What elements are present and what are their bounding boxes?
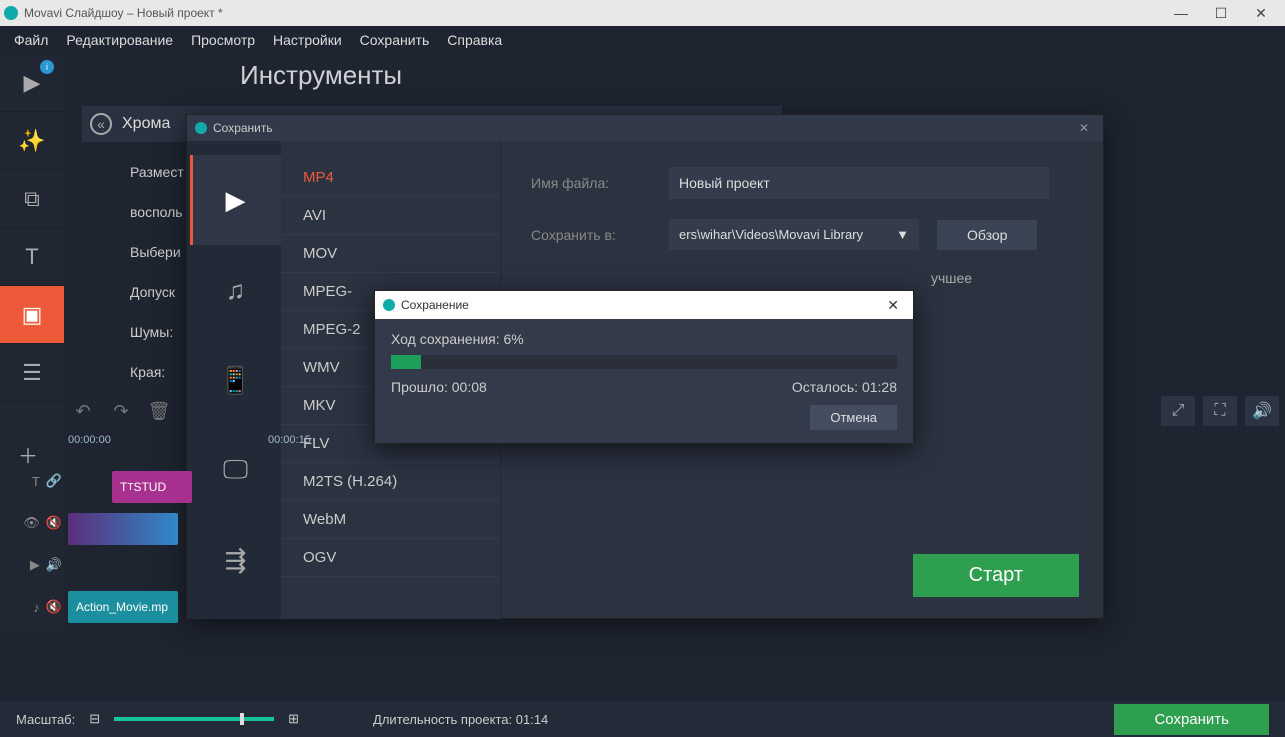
video-track-icon: ▶	[30, 557, 40, 573]
saveto-select[interactable]: ers\wihar\Videos\Movavi Library ▼	[669, 219, 919, 250]
opt-line: восполь	[130, 194, 184, 230]
dialog-logo-icon	[195, 122, 207, 134]
category-video[interactable]: ▶	[190, 155, 281, 245]
window-titlebar: Movavi Слайдшоу – Новый проект * — ☐ ✕	[0, 0, 1285, 26]
duration-label: Длительность проекта: 01:14	[373, 712, 548, 727]
delete-button[interactable]: 🗑	[144, 396, 174, 426]
zoom-in-icon[interactable]: ⊞	[288, 711, 299, 727]
undo-button[interactable]: ↶	[68, 396, 98, 426]
progress-logo-icon	[383, 299, 395, 311]
menu-save[interactable]: Сохранить	[360, 32, 430, 48]
zoom-handle[interactable]	[240, 713, 244, 725]
progress-status: Ход сохранения: 6%	[391, 331, 897, 347]
menu-view[interactable]: Просмотр	[191, 32, 255, 48]
mute2-icon[interactable]: 🔇	[46, 599, 62, 615]
track-icon-column: T 🔗 👁 🔇 ▶ 🔊 ♪ 🔇	[0, 460, 68, 628]
ruler-tick: 00:00:00	[68, 434, 268, 452]
format-mp4[interactable]: MP4	[281, 159, 500, 197]
panel-heading: Инструменты	[240, 60, 402, 91]
minimize-button[interactable]: —	[1161, 5, 1201, 21]
title-track-icon: T	[32, 474, 40, 489]
audio-clip[interactable]: Action_Movie.mp	[68, 591, 178, 623]
tool-filters[interactable]: ✨	[0, 112, 64, 170]
progress-dialog: Сохранение ✕ Ход сохранения: 6% Прошло: …	[374, 290, 914, 444]
chroma-options: Размест восполь Выбери Допуск Шумы: Края…	[130, 154, 184, 394]
remaining-text: Осталось: 01:28	[792, 379, 897, 395]
video-clip[interactable]	[68, 513, 178, 545]
menu-bar: Файл Редактирование Просмотр Настройки С…	[0, 26, 1285, 54]
save-dialog-close[interactable]: ✕	[1073, 121, 1095, 135]
progress-close[interactable]: ✕	[881, 297, 905, 314]
filename-label: Имя файла:	[531, 175, 651, 191]
menu-help[interactable]: Справка	[447, 32, 502, 48]
saveto-label: Сохранить в:	[531, 227, 651, 243]
sound-icon[interactable]: 🔊	[46, 557, 62, 573]
opt-line: Допуск	[130, 274, 184, 310]
format-mov[interactable]: MOV	[281, 235, 500, 273]
app-logo-icon	[4, 6, 18, 20]
save-dialog-title: Сохранить	[213, 121, 273, 135]
elapsed-text: Прошло: 00:08	[391, 379, 487, 395]
footer-save-button[interactable]: Сохранить	[1114, 704, 1269, 735]
browse-button[interactable]: Обзор	[937, 220, 1037, 250]
eye-icon[interactable]: 👁	[23, 515, 40, 531]
opt-line: Размест	[130, 154, 184, 190]
notification-badge-icon: i	[40, 60, 54, 74]
save-dialog-titlebar: Сохранить ✕	[187, 115, 1103, 141]
opt-line: Выбери	[130, 234, 184, 270]
format-avi[interactable]: AVI	[281, 197, 500, 235]
progress-bar	[391, 355, 897, 369]
tool-titles[interactable]: T	[0, 228, 64, 286]
saveto-value: ers\wihar\Videos\Movavi Library	[679, 227, 863, 242]
tool-transitions[interactable]: ⧉	[0, 170, 64, 228]
menu-edit[interactable]: Редактирование	[66, 32, 173, 48]
category-audio[interactable]: ♫	[190, 245, 281, 335]
menu-file[interactable]: Файл	[14, 32, 48, 48]
opt-line: Края:	[130, 354, 184, 390]
filename-input[interactable]	[669, 167, 1049, 199]
cancel-button[interactable]: Отмена	[810, 405, 897, 430]
zoom-out-icon[interactable]: ⊟	[89, 711, 100, 727]
chevron-down-icon: ▼	[896, 227, 909, 242]
close-button[interactable]: ✕	[1241, 5, 1281, 22]
title-clip[interactable]: TT STUD	[112, 471, 192, 503]
status-bar: Масштаб: ⊟ ⊞ Длительность проекта: 01:14…	[0, 701, 1285, 737]
progress-titlebar: Сохранение ✕	[375, 291, 913, 319]
redo-button[interactable]: ↷	[106, 396, 136, 426]
progress-title: Сохранение	[401, 298, 469, 312]
breadcrumb-label: Хрома	[122, 115, 170, 133]
back-button[interactable]: «	[90, 113, 112, 135]
progress-fill	[391, 355, 421, 369]
mute-icon[interactable]: 🔇	[46, 515, 62, 531]
menu-settings[interactable]: Настройки	[273, 32, 342, 48]
maximize-button[interactable]: ☐	[1201, 5, 1241, 22]
zoom-label: Масштаб:	[16, 712, 75, 727]
tool-chroma[interactable]: ▣	[0, 286, 64, 344]
quality-hint: учшее	[931, 270, 1073, 286]
opt-line: Шумы:	[130, 314, 184, 350]
audio-track-icon: ♪	[33, 600, 40, 615]
tool-media[interactable]: ▶i	[0, 54, 64, 112]
link-icon: 🔗	[46, 473, 62, 489]
window-title: Movavi Слайдшоу – Новый проект *	[24, 6, 223, 20]
zoom-slider[interactable]	[114, 717, 274, 721]
